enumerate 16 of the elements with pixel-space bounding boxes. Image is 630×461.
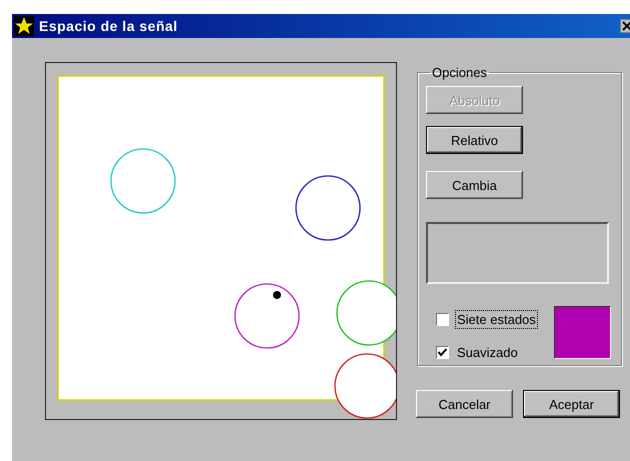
state-circle[interactable] (295, 175, 361, 241)
checkbox-label[interactable]: Suavizado (455, 343, 520, 362)
group-title: Opciones (431, 65, 488, 80)
window-title: Espacio de la señal (39, 18, 178, 34)
option-button[interactable]: Relativo (426, 126, 523, 154)
ok-button[interactable]: Aceptar (523, 390, 620, 418)
state-circle[interactable] (234, 283, 300, 349)
signal-point (273, 291, 281, 299)
option-button[interactable]: Cambia (426, 171, 523, 199)
checkbox-label[interactable]: Siete estados (455, 310, 538, 329)
close-icon[interactable] (620, 19, 630, 33)
cancel-button[interactable]: Cancelar (416, 390, 513, 418)
checkbox[interactable] (436, 346, 449, 359)
star-icon (14, 16, 34, 36)
checkbox[interactable] (436, 313, 449, 326)
color-swatch[interactable] (554, 306, 611, 359)
